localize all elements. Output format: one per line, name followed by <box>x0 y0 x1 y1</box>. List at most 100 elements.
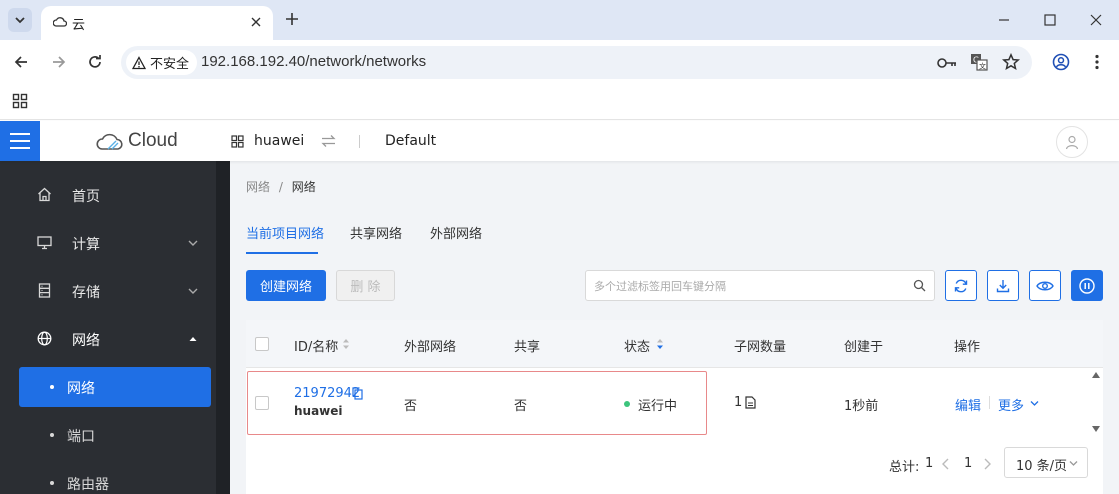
column-header-actions: 操作 <box>954 340 981 355</box>
filter-search-box[interactable] <box>585 270 935 301</box>
cloud-favicon-icon <box>53 17 67 27</box>
column-header-id-name[interactable]: ID/名称 <box>294 336 338 355</box>
menu-toggle-button[interactable] <box>0 121 40 161</box>
chevron-down-icon <box>15 17 25 24</box>
pause-refresh-button[interactable] <box>1071 270 1103 301</box>
chevron-down-icon <box>188 288 198 294</box>
main-content: 网络 / 网络 当前项目网络 共享网络 外部网络 创建网络 删 除 ID/名称 … <box>230 161 1119 494</box>
page-size-select[interactable]: 10 条/页 <box>1004 447 1088 478</box>
tab-current-project[interactable]: 当前项目网络 <box>246 223 324 242</box>
more-actions-link[interactable]: 更多 <box>998 395 1024 414</box>
delete-button[interactable]: 删 除 <box>336 270 395 301</box>
warning-triangle-icon <box>132 55 146 69</box>
password-key-icon[interactable] <box>936 55 958 71</box>
tab-shared[interactable]: 共享网络 <box>350 223 402 242</box>
column-header-subnets: 子网数量 <box>734 340 787 355</box>
user-icon <box>1065 135 1079 150</box>
sidebar-subitem-networks[interactable]: 网络 <box>19 367 211 407</box>
page-size-value: 10 条/页 <box>1016 459 1068 474</box>
profile-icon[interactable] <box>1052 53 1070 71</box>
column-visibility-button[interactable] <box>1029 270 1061 301</box>
created-time: 1秒前 <box>844 399 879 414</box>
tab-external[interactable]: 外部网络 <box>430 223 482 242</box>
action-divider <box>989 396 990 409</box>
translate-icon[interactable]: G文 <box>970 53 988 71</box>
scroll-down-icon[interactable] <box>1092 426 1100 432</box>
total-label: 总计: <box>889 460 920 475</box>
sort-desc-icon[interactable] <box>656 337 664 351</box>
sidebar-item-home[interactable]: 首页 <box>0 175 216 215</box>
pause-circle-icon <box>1079 277 1095 294</box>
column-header-created: 创建于 <box>844 340 884 355</box>
refresh-button[interactable] <box>945 270 977 301</box>
table-header: ID/名称 外部网络 共享 状态 子网数量 创建于 操作 <box>246 320 1103 368</box>
create-network-button[interactable]: 创建网络 <box>246 270 326 301</box>
sidebar-item-compute[interactable]: 计算 <box>0 223 216 263</box>
user-avatar[interactable] <box>1056 126 1088 158</box>
sidebar-scrollbar[interactable] <box>216 161 230 494</box>
highlighted-row-outline <box>247 371 707 435</box>
domain-name: Default <box>385 133 437 149</box>
browser-tab[interactable]: 云 <box>41 6 273 40</box>
document-icon[interactable] <box>745 396 756 409</box>
table-scrollbar[interactable] <box>1089 368 1103 494</box>
tab-search-button[interactable] <box>8 8 32 32</box>
edit-link[interactable]: 编辑 <box>955 395 981 414</box>
url-text[interactable]: 192.168.192.40/network/networks <box>201 53 426 70</box>
column-header-status[interactable]: 状态 <box>624 336 650 355</box>
sort-icon[interactable] <box>342 337 350 351</box>
logo-text: Cloud <box>128 130 178 151</box>
maximize-icon[interactable] <box>1042 12 1058 28</box>
address-bar[interactable]: 不安全 192.168.192.40/network/networks <box>121 46 1032 79</box>
active-tab-indicator <box>246 252 318 254</box>
search-icon[interactable] <box>913 279 926 292</box>
app-header: Cloud huawei Default <box>0 121 1119 161</box>
minimize-icon[interactable] <box>996 12 1012 28</box>
chevron-down-icon[interactable] <box>1029 398 1040 409</box>
cloud-logo-icon <box>96 133 123 150</box>
sidebar-item-network[interactable]: 网络 <box>0 319 216 359</box>
total-count: 1 <box>925 456 934 471</box>
download-button[interactable] <box>987 270 1019 301</box>
more-vert-icon[interactable] <box>1088 53 1106 71</box>
breadcrumb: 网络 / 网络 <box>246 178 316 195</box>
forward-arrow-icon[interactable] <box>50 53 68 71</box>
sidebar-item-storage[interactable]: 存储 <box>0 271 216 311</box>
storage-icon <box>38 283 51 298</box>
new-tab-icon[interactable] <box>283 10 301 28</box>
project-name: huawei <box>254 133 305 149</box>
breadcrumb-separator: / <box>278 180 283 194</box>
browser-tabstrip: 云 <box>0 0 1119 40</box>
close-tab-icon[interactable] <box>249 15 263 29</box>
security-chip[interactable]: 不安全 <box>126 50 198 75</box>
search-input[interactable] <box>594 277 894 295</box>
hamburger-menu-icon <box>10 133 30 149</box>
bullet-dot <box>50 433 54 437</box>
sidebar-item-label: 存储 <box>72 285 100 301</box>
column-header-external: 外部网络 <box>404 340 457 355</box>
sidebar-subitem-routers[interactable]: 路由器 <box>19 463 211 494</box>
security-label: 不安全 <box>150 57 190 72</box>
apps-grid-icon[interactable] <box>12 93 28 109</box>
close-window-icon[interactable] <box>1088 12 1104 28</box>
reload-icon[interactable] <box>86 53 104 71</box>
tab-title: 云 <box>72 18 86 33</box>
next-page-icon[interactable] <box>981 457 993 471</box>
breadcrumb-parent[interactable]: 网络 <box>246 180 270 194</box>
switch-project-icon[interactable] <box>321 134 336 148</box>
svg-text:文: 文 <box>979 62 986 71</box>
select-all-checkbox[interactable] <box>255 337 269 351</box>
header-divider <box>359 135 360 148</box>
app-logo[interactable]: Cloud <box>96 130 178 152</box>
scroll-up-icon[interactable] <box>1092 372 1100 378</box>
back-arrow-icon[interactable] <box>12 53 30 71</box>
sidebar-subitem-label: 路由器 <box>67 477 109 493</box>
bookmark-star-icon[interactable] <box>1002 53 1020 71</box>
sidebar-subitem-label: 网络 <box>67 381 95 397</box>
prev-page-icon[interactable] <box>940 457 952 471</box>
sidebar-subitem-ports[interactable]: 端口 <box>19 415 211 455</box>
bookmarks-bar <box>0 84 1119 120</box>
sidebar-subitem-label: 端口 <box>67 429 95 445</box>
chevron-down-icon <box>1069 461 1078 466</box>
current-page[interactable]: 1 <box>964 456 972 471</box>
